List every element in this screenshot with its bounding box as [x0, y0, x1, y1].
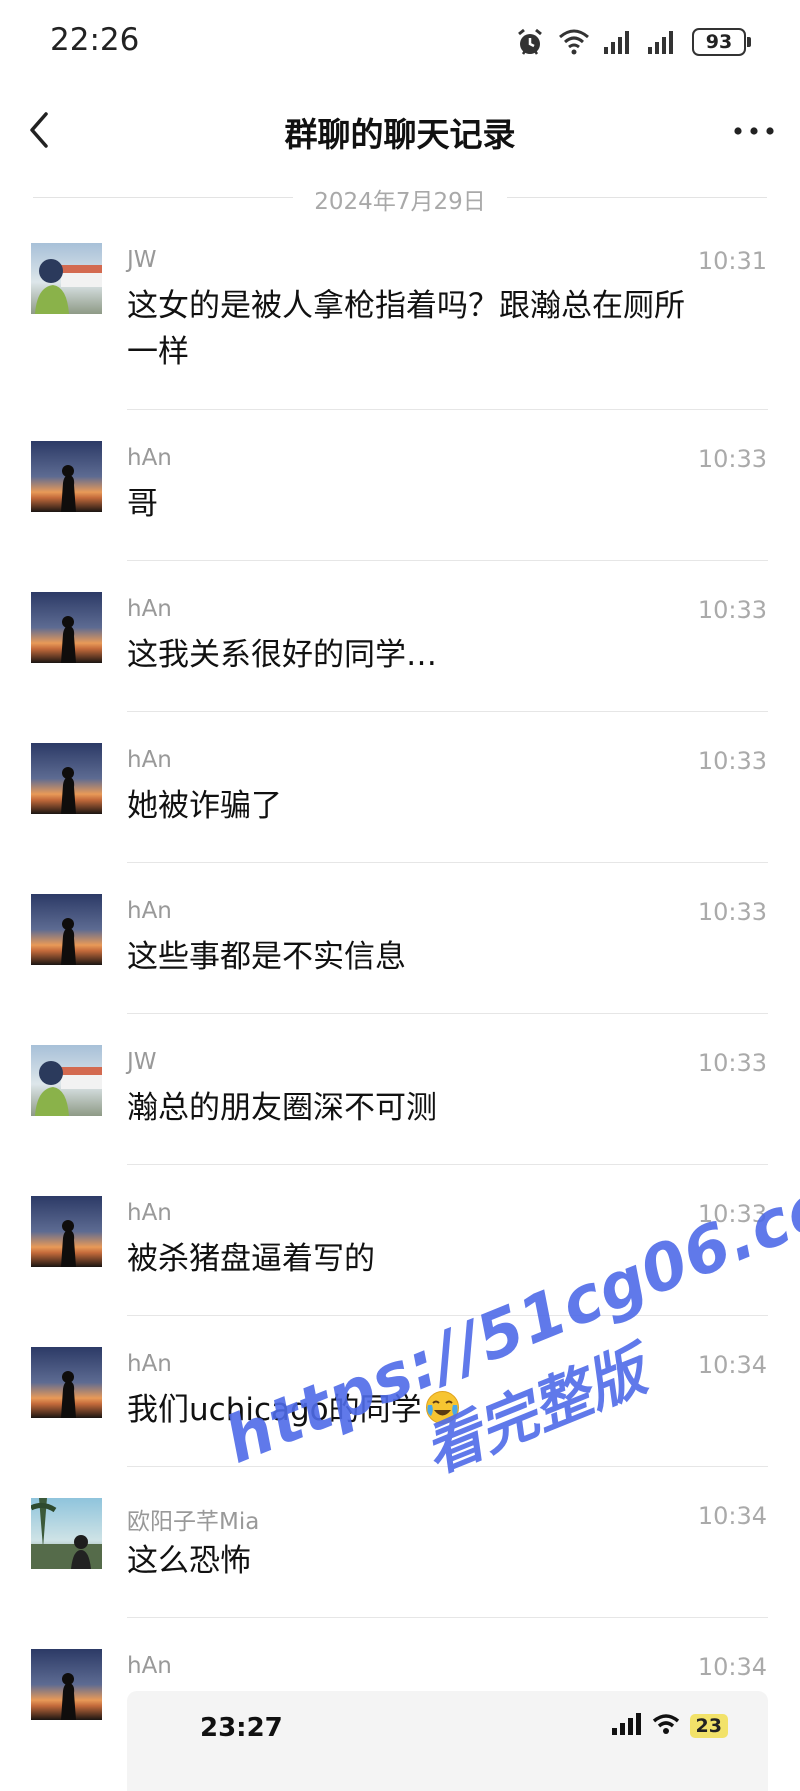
- status-bar: 22:26 93: [0, 0, 800, 84]
- avatar[interactable]: [31, 592, 102, 663]
- wifi-icon: [558, 28, 590, 56]
- message-text: 我们uchicago的同学: [127, 1387, 757, 1433]
- sender-name: hAn: [127, 1351, 172, 1377]
- message-time: 10:33: [697, 747, 767, 775]
- message-time: 10:33: [697, 1049, 767, 1077]
- date-label: 2024年7月29日: [314, 189, 486, 215]
- message-text: 这女的是被人拿枪指着吗？跟瀚总在厕所 一样: [127, 283, 757, 375]
- sender-name: hAn: [127, 1653, 172, 1679]
- message-divider: [127, 862, 768, 863]
- sender-name: hAn: [127, 445, 172, 471]
- date-separator: 2024年7月29日: [0, 180, 800, 216]
- message-divider: [127, 1164, 768, 1165]
- sender-name: hAn: [127, 596, 172, 622]
- more-button[interactable]: [730, 116, 778, 146]
- message-text: 被杀猪盘逼着写的: [127, 1241, 375, 1277]
- message-divider: [127, 560, 768, 561]
- message-divider: [127, 1466, 768, 1467]
- sender-name: hAn: [127, 1200, 172, 1226]
- message-time: 10:34: [697, 1653, 767, 1681]
- avatar[interactable]: [31, 1045, 102, 1116]
- embedded-battery: 23: [689, 1714, 728, 1738]
- nav-bar: 群聊的聊天记录: [0, 84, 800, 176]
- sender-name: 欧阳子芊Mia: [127, 1509, 260, 1535]
- signal-icon: [604, 30, 634, 54]
- sender-name: hAn: [127, 747, 172, 773]
- message-time: 10:33: [697, 1200, 767, 1228]
- avatar[interactable]: [31, 1347, 102, 1418]
- avatar[interactable]: [31, 243, 102, 314]
- message-text: 这些事都是不实信息: [127, 939, 406, 975]
- status-icons: 93: [516, 26, 751, 58]
- image-message[interactable]: 23:27 23: [127, 1691, 768, 1791]
- message-time: 10:33: [697, 596, 767, 624]
- avatar[interactable]: [31, 1649, 102, 1720]
- signal-icon: [611, 1713, 642, 1739]
- alarm-icon: [516, 27, 544, 57]
- sender-name: hAn: [127, 898, 172, 924]
- avatar[interactable]: [31, 441, 102, 512]
- more-dots-icon: [734, 127, 774, 135]
- wifi-icon: [652, 1713, 680, 1739]
- signal-icon: [648, 30, 678, 54]
- message-text: 哥: [127, 486, 158, 522]
- message-text: 这么恐怖: [127, 1543, 251, 1579]
- message-text-line: 一样: [127, 334, 189, 370]
- message-divider: [127, 1013, 768, 1014]
- sender-name: JW: [127, 1049, 157, 1075]
- avatar[interactable]: [31, 1498, 102, 1569]
- sender-name: JW: [127, 247, 157, 273]
- message-divider: [127, 711, 768, 712]
- message-text: 她被诈骗了: [127, 788, 282, 824]
- avatar[interactable]: [31, 894, 102, 965]
- message-text: 这我关系很好的同学…: [127, 637, 437, 673]
- message-text: 瀚总的朋友圈深不可测: [127, 1090, 437, 1126]
- avatar[interactable]: [31, 743, 102, 814]
- avatar[interactable]: [31, 1196, 102, 1267]
- battery-indicator: 93: [692, 28, 751, 56]
- watermark-url: https://51cg06.cc: [215, 1169, 800, 1479]
- message-time: 10:33: [697, 898, 767, 926]
- message-time: 10:34: [697, 1351, 767, 1379]
- embedded-time: 23:27: [200, 1713, 283, 1743]
- page-title: 群聊的聊天记录: [284, 115, 516, 154]
- message-text-line: 这女的是被人拿枪指着吗？跟瀚总在厕所: [127, 288, 685, 324]
- message-text-span: 我们uchicago的同学: [127, 1392, 422, 1428]
- message-divider: [127, 1617, 768, 1618]
- message-time: 10:33: [697, 445, 767, 473]
- status-time: 22:26: [50, 22, 140, 58]
- message-time: 10:34: [697, 1502, 767, 1530]
- message-divider: [127, 409, 768, 410]
- embedded-status-icons: 23: [611, 1713, 728, 1739]
- message-divider: [127, 1315, 768, 1316]
- message-time: 10:31: [697, 247, 767, 275]
- crying-laughing-emoji: [424, 1389, 461, 1426]
